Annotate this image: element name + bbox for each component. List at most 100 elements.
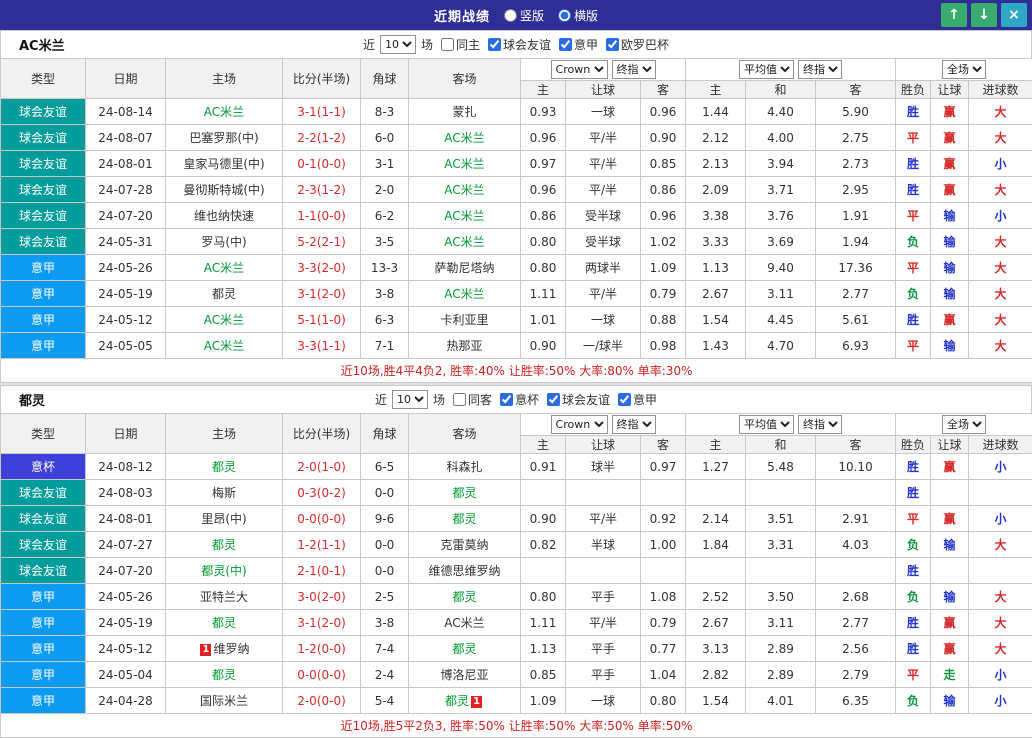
- goals-result: 大: [969, 125, 1032, 151]
- scope-select[interactable]: 全场: [942, 415, 986, 434]
- team-link[interactable]: 都灵: [212, 538, 236, 552]
- team-link[interactable]: 都灵(中): [201, 564, 246, 578]
- column-header: 类型: [1, 414, 86, 454]
- scroll-down-button[interactable]: ↓: [971, 3, 997, 27]
- filter-checkbox-欧罗巴杯[interactable]: 欧罗巴杯: [606, 36, 669, 53]
- euro-away-odds: 2.73: [816, 151, 896, 177]
- team-link[interactable]: 克雷莫纳: [440, 538, 488, 552]
- team-link[interactable]: 萨勒尼塔纳: [434, 261, 494, 275]
- team-link[interactable]: AC米兰: [444, 157, 484, 171]
- team-link[interactable]: AC米兰: [444, 235, 484, 249]
- layout-radio-vertical[interactable]: 竖版: [504, 7, 544, 24]
- away-team-cell: 都灵: [409, 480, 521, 506]
- euro-time-select[interactable]: 终指: [798, 415, 842, 434]
- team-link[interactable]: 里昂(中): [201, 512, 246, 526]
- home-team-cell: 都灵: [166, 662, 283, 688]
- team-link[interactable]: 皇家马德里(中): [183, 157, 264, 171]
- checkbox-input[interactable]: [606, 38, 619, 51]
- filter-checkbox-同主[interactable]: 同主: [441, 36, 480, 53]
- asia-source-select[interactable]: Crown: [551, 60, 608, 79]
- checkbox-input[interactable]: [559, 38, 572, 51]
- match-count-select[interactable]: 10: [380, 35, 416, 54]
- filter-checkbox-同客[interactable]: 同客: [453, 391, 492, 408]
- team-link[interactable]: 科森扎: [446, 460, 482, 474]
- team-link[interactable]: 都灵: [212, 668, 236, 682]
- euro-draw-odds: 4.70: [746, 333, 816, 359]
- team-link[interactable]: 都灵: [452, 486, 476, 500]
- team-link[interactable]: AC米兰: [204, 261, 244, 275]
- asia-source-select[interactable]: Crown: [551, 415, 608, 434]
- euro-source-select[interactable]: 平均值: [739, 415, 794, 434]
- competition-badge: 球会友谊: [1, 532, 86, 558]
- checkbox-input[interactable]: [488, 38, 501, 51]
- layout-radio-horizontal[interactable]: 横版: [558, 7, 598, 24]
- team-link[interactable]: 梅斯: [212, 486, 236, 500]
- match-count-select[interactable]: 10: [392, 390, 428, 409]
- team-link[interactable]: 维也纳快速: [194, 209, 254, 223]
- match-date: 24-05-19: [86, 610, 166, 636]
- match-result: 胜: [896, 454, 931, 480]
- team-link[interactable]: 卡利亚里: [440, 313, 488, 327]
- team-link[interactable]: AC米兰: [444, 287, 484, 301]
- team-link[interactable]: 维罗纳: [213, 642, 249, 656]
- euro-home-odds: 2.67: [686, 281, 746, 307]
- corners-cell: 8-3: [361, 99, 409, 125]
- handicap-result: 赢: [931, 151, 969, 177]
- scroll-up-button[interactable]: ↑: [941, 3, 967, 27]
- team-link[interactable]: 曼彻斯特城(中): [183, 183, 264, 197]
- euro-time-select[interactable]: 终指: [798, 60, 842, 79]
- team-link[interactable]: 热那亚: [446, 339, 482, 353]
- euro-draw-odds: 3.31: [746, 532, 816, 558]
- checkbox-input[interactable]: [618, 393, 631, 406]
- asia-time-select[interactable]: 终指: [612, 415, 656, 434]
- red-card-badge: 1: [200, 644, 211, 656]
- team-link[interactable]: 维德思维罗纳: [428, 564, 500, 578]
- match-row: 意甲24-05-19都灵3-1(2-0)3-8AC米兰1.11平/半0.792.…: [1, 281, 1032, 307]
- team-link[interactable]: AC米兰: [204, 105, 244, 119]
- team-link[interactable]: 罗马(中): [201, 235, 246, 249]
- team-link[interactable]: 博洛尼亚: [440, 668, 488, 682]
- vertical-layout-radio[interactable]: [504, 9, 517, 22]
- team-link[interactable]: AC米兰: [444, 209, 484, 223]
- filter-checkbox-意杯[interactable]: 意杯: [500, 391, 539, 408]
- team-link[interactable]: 国际米兰: [200, 694, 248, 708]
- euro-source-select[interactable]: 平均值: [739, 60, 794, 79]
- euro-away-odds: 6.93: [816, 333, 896, 359]
- corners-cell: 6-3: [361, 307, 409, 333]
- score-cell: 2-0(1-0): [283, 454, 361, 480]
- match-row: 意甲24-05-04都灵0-0(0-0)2-4博洛尼亚0.85平手1.042.8…: [1, 662, 1032, 688]
- asia-time-select[interactable]: 终指: [612, 60, 656, 79]
- asia-handicap-line: 一/球半: [566, 333, 641, 359]
- horizontal-layout-radio[interactable]: [558, 9, 571, 22]
- team-link[interactable]: 都灵: [212, 460, 236, 474]
- checkbox-input[interactable]: [441, 38, 454, 51]
- team-link[interactable]: 巴塞罗那(中): [189, 131, 258, 145]
- team-link[interactable]: 蒙扎: [452, 105, 476, 119]
- column-header: 胜负: [896, 81, 931, 99]
- team-link[interactable]: 都灵: [445, 694, 469, 708]
- filter-checkbox-球会友谊[interactable]: 球会友谊: [547, 391, 610, 408]
- away-team-cell: 博洛尼亚: [409, 662, 521, 688]
- scope-select[interactable]: 全场: [942, 60, 986, 79]
- team-link[interactable]: AC米兰: [444, 183, 484, 197]
- competition-badge: 球会友谊: [1, 203, 86, 229]
- checkbox-input[interactable]: [547, 393, 560, 406]
- team-link[interactable]: AC米兰: [444, 131, 484, 145]
- team-link[interactable]: 亚特兰大: [200, 590, 248, 604]
- team-link[interactable]: AC米兰: [444, 616, 484, 630]
- team-link[interactable]: 都灵: [452, 512, 476, 526]
- asia-home-odds: 0.90: [521, 506, 566, 532]
- team-link[interactable]: 都灵: [212, 616, 236, 630]
- close-button[interactable]: ×: [1001, 3, 1027, 27]
- team-link[interactable]: AC米兰: [204, 339, 244, 353]
- checkbox-input[interactable]: [500, 393, 513, 406]
- euro-draw-odds: 3.71: [746, 177, 816, 203]
- filter-checkbox-球会友谊[interactable]: 球会友谊: [488, 36, 551, 53]
- checkbox-input[interactable]: [453, 393, 466, 406]
- team-link[interactable]: 都灵: [212, 287, 236, 301]
- team-link[interactable]: 都灵: [452, 642, 476, 656]
- filter-checkbox-意甲[interactable]: 意甲: [559, 36, 598, 53]
- team-link[interactable]: 都灵: [452, 590, 476, 604]
- team-link[interactable]: AC米兰: [204, 313, 244, 327]
- filter-checkbox-意甲[interactable]: 意甲: [618, 391, 657, 408]
